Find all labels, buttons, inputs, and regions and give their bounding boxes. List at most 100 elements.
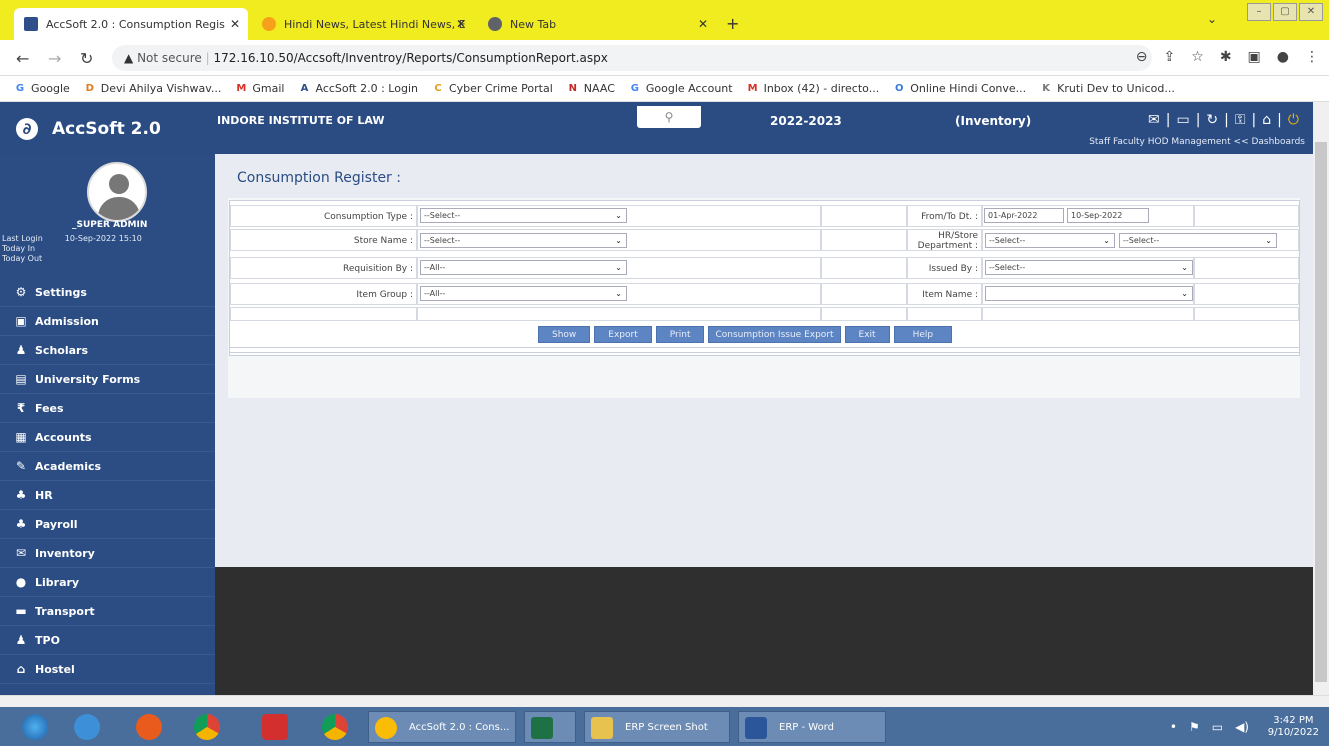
- key-icon[interactable]: ⚿: [1235, 112, 1246, 128]
- item-name-select[interactable]: ⌄: [985, 286, 1193, 301]
- menu-icon: ✎: [15, 459, 27, 473]
- sidebar-item-hostel[interactable]: ⌂ Hostel: [0, 655, 215, 684]
- issued-by-select[interactable]: --Select-- ⌄: [985, 260, 1193, 275]
- star-icon[interactable]: ☆: [1191, 49, 1204, 65]
- bookmark-icon: A: [300, 82, 309, 94]
- sidebar-item-payroll[interactable]: ♣ Payroll: [0, 510, 215, 539]
- sidebar-item-library[interactable]: ● Library: [0, 568, 215, 597]
- address-bar[interactable]: ▲ Not secure | 172.16.10.50/Accsoft/Inve…: [112, 45, 1152, 71]
- bookmark-item[interactable]: K Kruti Dev to Unicod...: [1040, 82, 1175, 95]
- bookmark-item[interactable]: M Inbox (42) - directo...: [747, 82, 880, 95]
- close-window-icon[interactable]: ✕: [1299, 3, 1323, 21]
- bookmark-item[interactable]: G Google: [14, 82, 70, 95]
- hr-store-select[interactable]: --Select-- ⌄: [985, 233, 1115, 248]
- close-tab-icon[interactable]: ✕: [456, 17, 466, 31]
- item-group-select[interactable]: --All-- ⌄: [420, 286, 627, 301]
- bookmarks-bar: G Google D Devi Ahilya Vishwav... M Gmail A Acc…: [0, 76, 1329, 102]
- power-icon[interactable]: ⏻: [1288, 112, 1299, 128]
- close-tab-icon[interactable]: ✕: [698, 17, 708, 31]
- clock[interactable]: 3:42 PM 9/10/2022: [1268, 715, 1319, 739]
- network-icon[interactable]: ▭: [1212, 720, 1223, 734]
- sidebar-item-admission[interactable]: ▣ Admission: [0, 307, 215, 336]
- extensions-icon[interactable]: ✱: [1220, 49, 1232, 65]
- app-logo[interactable]: ∂ AccSoft 2.0: [16, 118, 161, 140]
- chrome-profile-icon[interactable]: [322, 714, 348, 740]
- sidebar-item-university-forms[interactable]: ▤ University Forms: [0, 365, 215, 394]
- flag-icon[interactable]: ⚑: [1189, 720, 1200, 734]
- bookmark-item[interactable]: O Online Hindi Conve...: [893, 82, 1026, 95]
- help-button[interactable]: Help: [893, 326, 953, 343]
- firefox-icon[interactable]: [136, 714, 162, 740]
- taskbar-window-folder[interactable]: ERP Screen Shot: [584, 711, 730, 743]
- volume-icon[interactable]: ◀): [1235, 720, 1249, 734]
- consumption-type-select[interactable]: --Select-- ⌄: [420, 208, 627, 223]
- chevron-down-icon[interactable]: ⌄: [1207, 12, 1217, 26]
- horizontal-scrollbar[interactable]: [0, 695, 1329, 707]
- bookmark-item[interactable]: A AccSoft 2.0 : Login: [298, 82, 418, 95]
- department-select[interactable]: --Select-- ⌄: [1119, 233, 1277, 248]
- bookmark-item[interactable]: N NAAC: [567, 82, 615, 95]
- minimize-icon[interactable]: –: [1247, 3, 1271, 21]
- ie-icon[interactable]: [74, 714, 100, 740]
- sidebar-item-transport[interactable]: ▬ Transport: [0, 597, 215, 626]
- taskbar-window-word[interactable]: ERP - Word: [738, 711, 886, 743]
- zoom-icon[interactable]: ⊖: [1136, 49, 1148, 65]
- bookmark-item[interactable]: M Gmail: [235, 82, 284, 95]
- sidebar-item-accounts[interactable]: ▦ Accounts: [0, 423, 215, 452]
- chat-icon[interactable]: ▭: [1176, 112, 1189, 128]
- sidebar-item-label: University Forms: [35, 372, 141, 386]
- tray-dot-icon[interactable]: •: [1170, 720, 1177, 734]
- bookmark-item[interactable]: C Cyber Crime Portal: [432, 82, 553, 95]
- bookmark-item[interactable]: G Google Account: [629, 82, 733, 95]
- requisition-by-select[interactable]: --All-- ⌄: [420, 260, 627, 275]
- start-button[interactable]: [22, 714, 48, 740]
- home-icon[interactable]: ⌂: [1262, 112, 1271, 128]
- taskbar-window-excel[interactable]: [524, 711, 576, 743]
- sidebar-item-scholars[interactable]: ♟ Scholars: [0, 336, 215, 365]
- sidebar-item-hr[interactable]: ♣ HR: [0, 481, 215, 510]
- chrome-icon[interactable]: [194, 714, 220, 740]
- refresh-icon[interactable]: ↻: [1206, 112, 1218, 128]
- to-date-input[interactable]: 10-Sep-2022: [1067, 208, 1149, 223]
- mail-icon[interactable]: ✉: [1148, 112, 1160, 128]
- print-button[interactable]: Print: [655, 326, 705, 343]
- bookmark-icon: K: [1042, 82, 1051, 94]
- sidebar-item-tpo[interactable]: ♟ TPO: [0, 626, 215, 655]
- chevron-down-icon: ⌄: [615, 211, 622, 220]
- sidebar-item-label: Inventory: [35, 546, 95, 560]
- new-tab-icon[interactable]: +: [726, 14, 739, 33]
- vertical-scrollbar[interactable]: [1313, 102, 1329, 695]
- sidebar-item-settings[interactable]: ⚙ Settings: [0, 278, 215, 307]
- tab-new-tab[interactable]: New Tab ✕: [478, 8, 716, 40]
- sidebar-item-academics[interactable]: ✎ Academics: [0, 452, 215, 481]
- sidepanel-icon[interactable]: ▣: [1248, 49, 1261, 65]
- from-date-input[interactable]: 01-Apr-2022: [984, 208, 1064, 223]
- profile-avatar[interactable]: ●: [1277, 49, 1289, 65]
- bookmark-label: Cyber Crime Portal: [448, 82, 553, 95]
- acrobat-icon[interactable]: [262, 714, 288, 740]
- sidebar-menu: ⚙ Settings ▣ Admission ♟ Scholars ▤ University …: [0, 278, 215, 684]
- scrollbar-thumb[interactable]: [1315, 142, 1327, 682]
- sidebar-item-fees[interactable]: ₹ Fees: [0, 394, 215, 423]
- menu-kebab-icon[interactable]: ⋮: [1305, 49, 1319, 65]
- last-login-label: Last Login: [2, 234, 43, 243]
- issued-by-label: Issued By :: [907, 257, 982, 279]
- export-button[interactable]: Export: [594, 326, 652, 343]
- tab-hindi-news[interactable]: Hindi News, Latest Hindi News, E ✕: [252, 8, 474, 40]
- show-button[interactable]: Show: [538, 326, 591, 343]
- forward-icon[interactable]: →: [48, 49, 61, 68]
- bookmark-item[interactable]: D Devi Ahilya Vishwav...: [84, 82, 222, 95]
- taskbar-window-accsoft[interactable]: AccSoft 2.0 : Cons...: [368, 711, 516, 743]
- share-icon[interactable]: ⇪: [1164, 49, 1176, 65]
- reload-icon[interactable]: ↻: [80, 49, 93, 68]
- tab-accsoft[interactable]: AccSoft 2.0 : Consumption Regis ✕: [14, 8, 248, 40]
- exit-button[interactable]: Exit: [844, 326, 890, 343]
- back-icon[interactable]: ←: [16, 49, 29, 68]
- consumption-issue-export-button[interactable]: Consumption Issue Export: [708, 326, 841, 343]
- sidebar-item-inventory[interactable]: ✉ Inventory: [0, 539, 215, 568]
- store-name-select[interactable]: --Select-- ⌄: [420, 233, 627, 248]
- dashboard-links[interactable]: Staff Faculty HOD Management << Dashboar…: [1089, 137, 1305, 147]
- header-search-icon[interactable]: ⚲: [637, 106, 701, 128]
- close-tab-icon[interactable]: ✕: [230, 17, 240, 31]
- maximize-icon[interactable]: ▢: [1273, 3, 1297, 21]
